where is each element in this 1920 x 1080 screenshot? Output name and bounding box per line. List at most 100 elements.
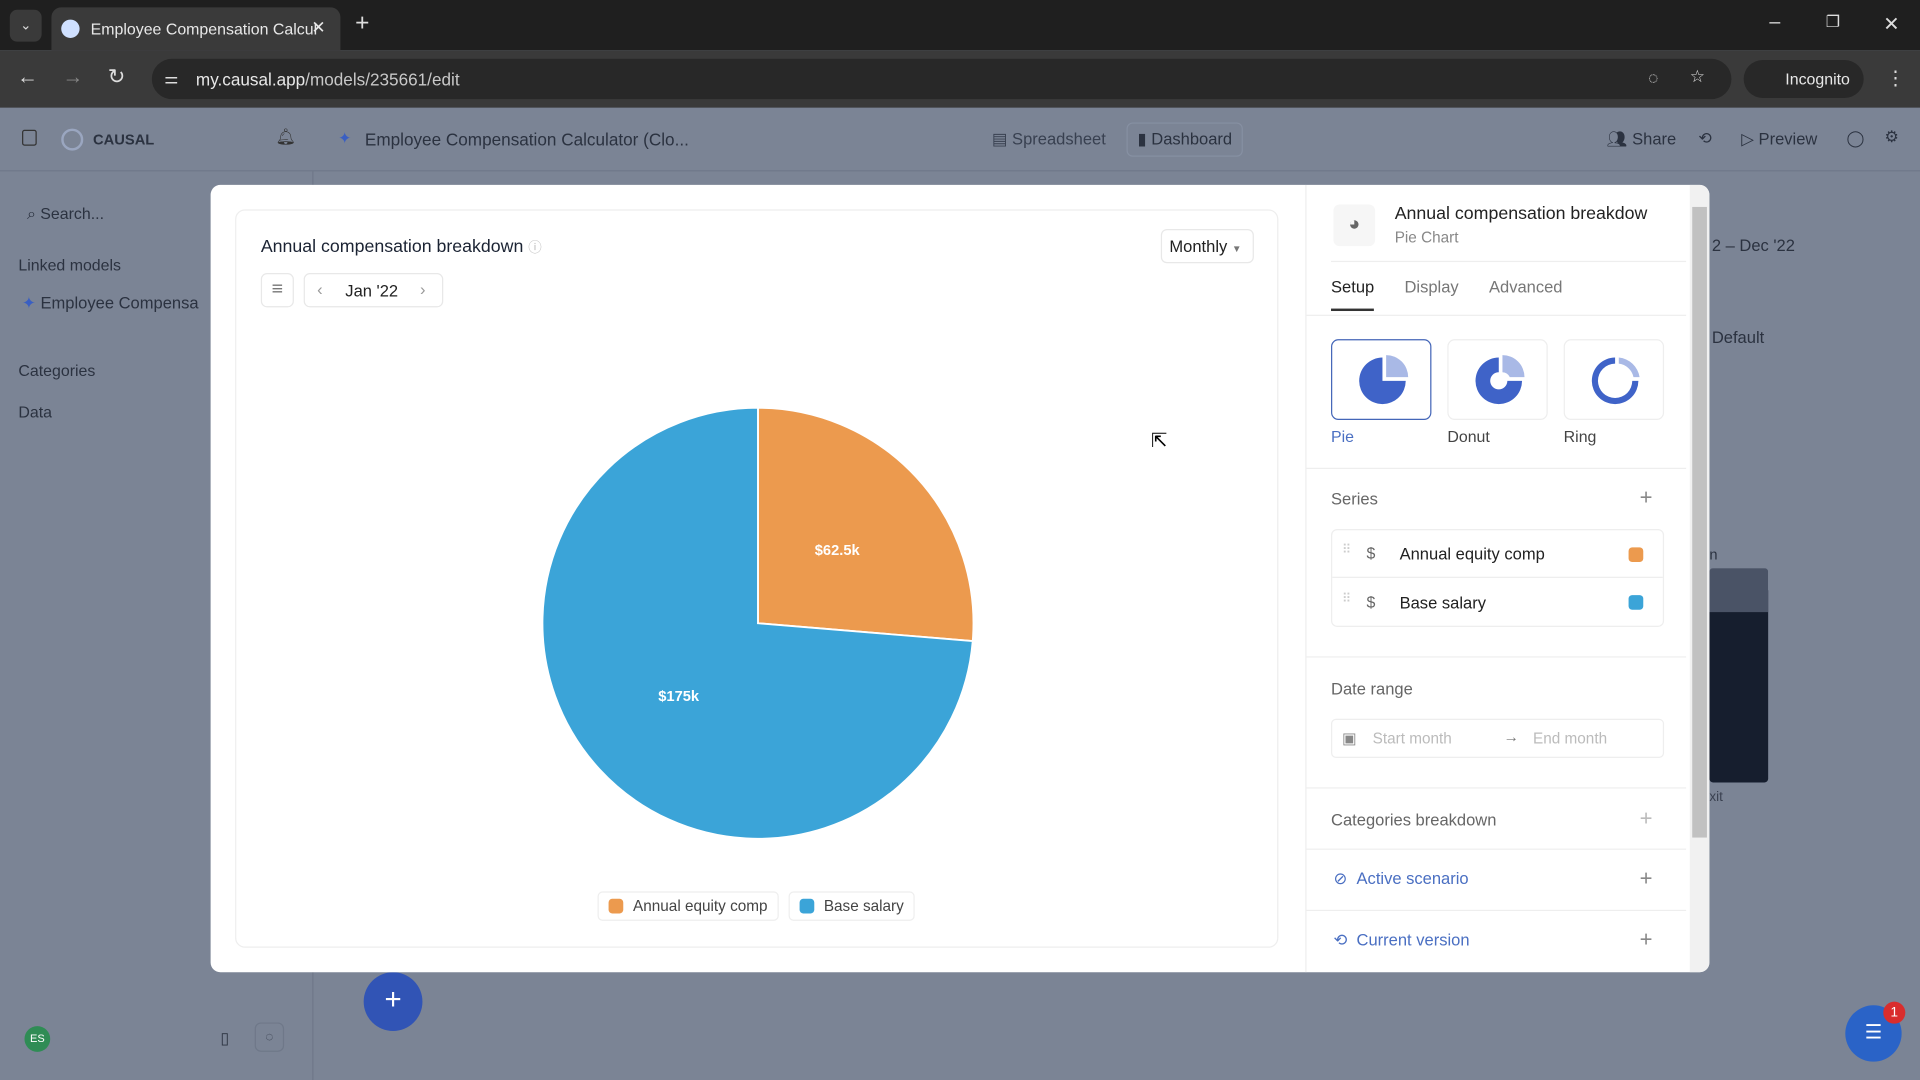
browser-tab-bar: ⌄ Employee Compensation Calcul ✕ + – ❐ ✕	[0, 0, 1920, 51]
bg-date-range: 2 – Dec '22	[1711, 236, 1795, 255]
tab-search-button[interactable]: ⌄	[9, 9, 42, 42]
sidebar-toggle-icon[interactable]	[22, 129, 37, 146]
linked-item-label: Employee Compensa	[40, 293, 199, 313]
add-scenario-button[interactable]: +	[1640, 866, 1653, 892]
series-color-swatch[interactable]	[1628, 547, 1644, 563]
eye-off-icon[interactable]: ◌	[1648, 67, 1658, 87]
forward-icon[interactable]: →	[62, 65, 83, 89]
type-donut-label: Donut	[1447, 427, 1490, 446]
series-list: ⠿ $ Annual equity comp ⠿ $ Base salary	[1331, 528, 1665, 627]
browser-tab[interactable]: Employee Compensation Calcul ✕	[51, 7, 341, 51]
drag-handle-icon[interactable]: ⠿	[1342, 593, 1351, 606]
date-range-input[interactable]: ▣ Start month → End month	[1331, 718, 1665, 758]
pie-slice[interactable]	[757, 406, 975, 643]
site-info-icon[interactable]: ⚌	[164, 69, 178, 89]
new-tab-button[interactable]: +	[355, 10, 369, 38]
close-tab-icon[interactable]: ✕	[311, 17, 325, 38]
date-range-heading: Date range	[1331, 679, 1413, 698]
url-bar[interactable]: ⚌ my.causal.app/models/235661/edit ◌ ☆	[151, 58, 1732, 100]
divider	[1306, 848, 1687, 850]
current-version-row[interactable]: ⟲ Current version	[1333, 931, 1469, 951]
legend-swatch	[799, 898, 815, 914]
preview-button[interactable]: ▷ Preview	[1741, 130, 1817, 150]
series-color-swatch[interactable]	[1628, 595, 1644, 610]
chat-badge: 1	[1883, 1001, 1906, 1024]
legend-label: Annual equity comp	[633, 897, 768, 915]
comments-icon[interactable]: ◯	[1847, 129, 1865, 149]
type-ring-button[interactable]	[1563, 339, 1665, 421]
sidebar-item-data[interactable]: Data	[18, 403, 52, 421]
type-ring-label: Ring	[1563, 427, 1597, 446]
divider	[1306, 787, 1687, 789]
drag-handle-icon[interactable]: ⠿	[1342, 544, 1351, 557]
categories-breakdown-heading: Categories breakdown	[1331, 810, 1497, 829]
back-icon[interactable]: ←	[17, 65, 38, 89]
linked-models-heading: Linked models	[18, 255, 122, 275]
active-scenario-label: Active scenario	[1356, 869, 1469, 888]
history-icon[interactable]: ⟲	[1698, 129, 1711, 149]
chart-editor-modal: Annual compensation breakdown ⓘ Monthly …	[210, 184, 1710, 973]
pie-chart: $62.5k $175k	[541, 406, 975, 840]
model-icon: ✦	[22, 293, 36, 313]
favicon-icon	[61, 19, 80, 38]
add-series-button[interactable]: +	[1640, 485, 1653, 511]
settings-icon[interactable]: ⚙	[1884, 127, 1898, 147]
series-item[interactable]: ⠿ $ Annual equity comp	[1332, 530, 1663, 578]
type-donut-button[interactable]	[1447, 339, 1548, 421]
avatar[interactable]: ES	[24, 1026, 51, 1052]
app-header: CAUSAL 🔔︎ ✦ Employee Compensation Calcul…	[0, 107, 1920, 172]
search-placeholder: Search...	[40, 204, 105, 223]
bg-fragment: xit	[1709, 789, 1723, 805]
start-month-input[interactable]: Start month	[1373, 730, 1452, 747]
bg-chart-block	[1709, 568, 1769, 783]
settings-panel: ◕ Annual compensation breakdow Pie Chart…	[1305, 184, 1692, 973]
incognito-badge[interactable]: Incognito	[1743, 60, 1864, 98]
panel-title: Annual compensation breakdow	[1394, 204, 1648, 225]
add-category-button[interactable]: +	[1640, 806, 1653, 832]
close-window-button[interactable]: ✕	[1883, 12, 1899, 36]
model-icon: ✦	[337, 128, 352, 147]
dashboard-tab[interactable]: ▮ Dashboard	[1126, 122, 1244, 157]
browser-menu-icon[interactable]: ⋮	[1886, 66, 1906, 90]
reload-icon[interactable]: ↻	[108, 65, 125, 89]
notification-icon[interactable]: 🔔︎	[276, 127, 296, 147]
spreadsheet-tab[interactable]: ▤ Spreadsheet	[992, 130, 1106, 150]
star-icon[interactable]: ☆	[1690, 66, 1705, 87]
slice-label: $62.5k	[815, 543, 861, 559]
linked-model-item[interactable]: ✦ Employee Compensa	[22, 294, 199, 314]
active-scenario-row[interactable]: ⊘ Active scenario	[1333, 869, 1468, 889]
scenario-icon: ⊘	[1333, 869, 1348, 888]
minimize-button[interactable]: –	[1769, 12, 1780, 34]
dashboard-label: Dashboard	[1151, 129, 1233, 149]
causal-logo	[61, 128, 84, 151]
restore-button[interactable]: ❐	[1826, 12, 1840, 32]
history-icon: ⟲	[1333, 930, 1348, 949]
type-pie-button[interactable]	[1331, 339, 1432, 421]
end-month-input[interactable]: End month	[1533, 730, 1607, 747]
sidebar-item-categories[interactable]: Categories	[18, 361, 95, 379]
share-button[interactable]: 👥︎ Share	[1607, 130, 1677, 150]
tab-setup[interactable]: Setup	[1331, 278, 1375, 312]
calendar-icon: ▣	[1342, 729, 1357, 747]
add-version-button[interactable]: +	[1640, 927, 1653, 953]
arrow-right-icon: →	[1503, 728, 1519, 746]
series-item[interactable]: ⠿ $ Base salary	[1332, 579, 1663, 627]
panel-scrollbar[interactable]	[1689, 184, 1710, 973]
chart-legend: Annual equity comp Base salary	[597, 891, 915, 921]
chat-icon[interactable]: ◌	[254, 1022, 285, 1052]
docs-icon[interactable]: ▯	[220, 1029, 229, 1049]
legend-item[interactable]: Base salary	[788, 891, 915, 921]
legend-item[interactable]: Annual equity comp	[597, 891, 779, 921]
tab-advanced[interactable]: Advanced	[1489, 278, 1563, 296]
series-name: Base salary	[1399, 593, 1486, 613]
sidebar-search[interactable]: ⌕ Search...	[27, 204, 104, 224]
add-button[interactable]: +	[363, 972, 423, 1032]
currency-icon: $	[1366, 592, 1376, 612]
tab-display[interactable]: Display	[1404, 278, 1458, 296]
badge-count: 1	[1890, 1005, 1899, 1021]
current-version-label: Current version	[1356, 930, 1470, 949]
pie-type-icon	[1359, 355, 1409, 405]
incognito-label: Incognito	[1785, 69, 1850, 89]
scrollbar-thumb[interactable]	[1692, 206, 1707, 838]
model-title[interactable]: Employee Compensation Calculator (Clo...	[365, 130, 689, 150]
